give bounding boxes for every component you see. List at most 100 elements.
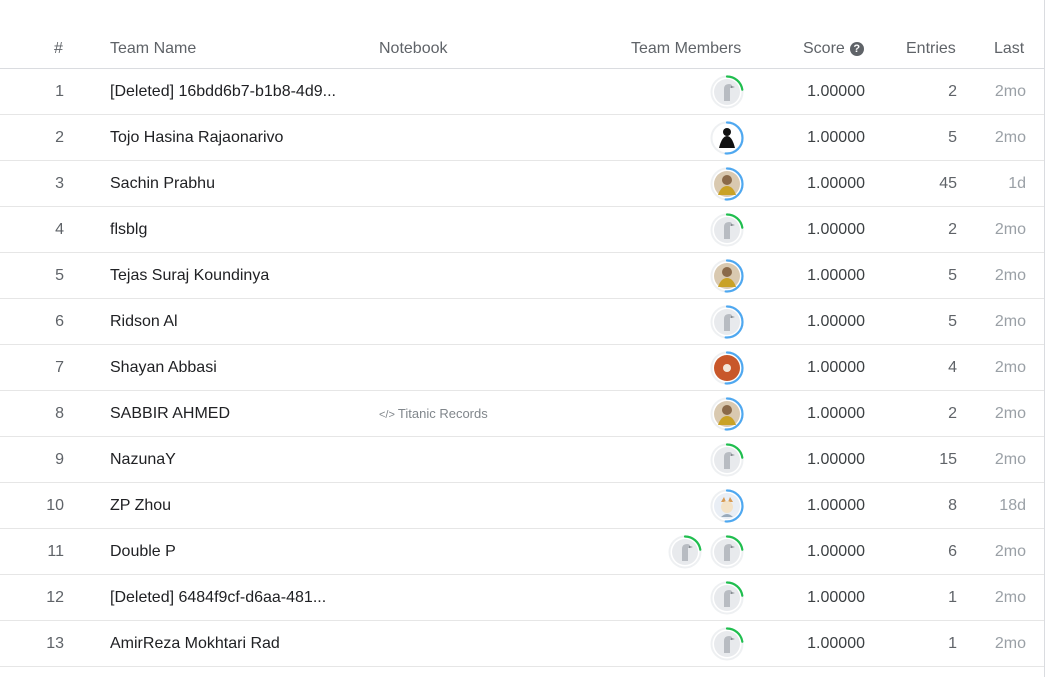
team-name-link[interactable]: [Deleted] 16bdd6b7-b1b8-4d9... bbox=[110, 69, 336, 114]
table-row[interactable]: 13 AmirReza Mokhtari Rad 1.00000 1 2mo bbox=[0, 621, 1044, 667]
score-header-label: Score bbox=[803, 40, 845, 57]
table-row[interactable]: 2 Tojo Hasina Rajaonarivo 1.00000 5 2mo bbox=[0, 115, 1044, 161]
entries-cell: 1 bbox=[948, 589, 957, 606]
table-row[interactable]: 9 NazunaY 1.00000 15 2mo bbox=[0, 437, 1044, 483]
table-row[interactable]: 10 ZP Zhou 1.00000 8 18d bbox=[0, 483, 1044, 529]
help-icon[interactable]: ? bbox=[849, 42, 864, 56]
team-name-link[interactable]: Sachin Prabhu bbox=[110, 161, 215, 206]
photo-avatar-icon[interactable] bbox=[710, 258, 744, 293]
team-name-header[interactable]: Team Name bbox=[110, 40, 196, 58]
rank-cell: 7 bbox=[55, 359, 64, 376]
rank-cell: 13 bbox=[46, 635, 64, 652]
table-row[interactable]: 6 Ridson Al 1.00000 5 2mo bbox=[0, 299, 1044, 345]
team-name-link[interactable]: Double P bbox=[110, 529, 176, 574]
team-members-header: Team Members bbox=[631, 40, 742, 57]
entries-cell: 5 bbox=[948, 267, 957, 284]
entries-cell: 8 bbox=[948, 497, 957, 514]
team-name-link[interactable]: flsblg bbox=[110, 207, 147, 252]
entries-cell: 2 bbox=[948, 405, 957, 422]
goose-avatar-icon[interactable] bbox=[710, 442, 744, 477]
leaderboard: # Team Name Notebook Team Members Score?… bbox=[0, 0, 1044, 677]
team-name-link[interactable]: [Deleted] 6484f9cf-d6aa-481... bbox=[110, 575, 326, 620]
goose-avatar-icon[interactable] bbox=[710, 74, 744, 109]
last-submission-cell: 2mo bbox=[994, 359, 1026, 376]
table-row[interactable]: 1 [Deleted] 16bdd6b7-b1b8-4d9... 1.00000 2 2… bbox=[0, 69, 1044, 115]
team-name-link[interactable]: Ridson Al bbox=[110, 299, 178, 344]
goose-avatar-icon[interactable] bbox=[710, 212, 744, 247]
leaderboard-rows: 1 [Deleted] 16bdd6b7-b1b8-4d9... 1.00000 2 2… bbox=[0, 69, 1044, 667]
score-cell: 1.00000 bbox=[807, 359, 865, 376]
rank-cell: 11 bbox=[47, 543, 64, 560]
entries-cell: 4 bbox=[948, 359, 957, 376]
rank-cell: 6 bbox=[55, 313, 64, 330]
silhouette-avatar-icon[interactable] bbox=[710, 120, 744, 155]
goose-avatar-icon[interactable] bbox=[710, 304, 744, 339]
team-name-link[interactable]: Shayan Abbasi bbox=[110, 345, 217, 390]
entries-cell: 6 bbox=[948, 543, 957, 560]
last-submission-cell: 1d bbox=[1008, 175, 1026, 192]
team-name-link[interactable]: Tejas Suraj Koundinya bbox=[110, 253, 269, 298]
last-submission-cell: 2mo bbox=[994, 313, 1026, 330]
last-submission-cell: 2mo bbox=[994, 543, 1026, 560]
score-cell: 1.00000 bbox=[807, 589, 865, 606]
table-row[interactable]: 12 [Deleted] 6484f9cf-d6aa-481... 1.00000 1… bbox=[0, 575, 1044, 621]
last-submission-cell: 18d bbox=[999, 497, 1026, 514]
rank-cell: 8 bbox=[55, 405, 64, 422]
goose-avatar-icon[interactable] bbox=[710, 580, 744, 615]
rank-cell: 12 bbox=[46, 589, 64, 606]
entries-cell: 45 bbox=[939, 175, 957, 192]
last-submission-cell: 2mo bbox=[994, 635, 1026, 652]
entries-cell: 1 bbox=[948, 635, 957, 652]
table-row[interactable]: 4 flsblg 1.00000 2 2mo bbox=[0, 207, 1044, 253]
team-name-link[interactable]: AmirReza Mokhtari Rad bbox=[110, 621, 280, 666]
table-row[interactable]: 3 Sachin Prabhu 1.00000 45 1d bbox=[0, 161, 1044, 207]
team-members-cell bbox=[710, 621, 744, 666]
team-name-link[interactable]: SABBIR AHMED bbox=[110, 391, 230, 436]
entries-header[interactable]: Entries bbox=[906, 40, 956, 58]
last-header[interactable]: Last bbox=[994, 40, 1024, 58]
orange-avatar-icon[interactable] bbox=[710, 350, 744, 385]
entries-cell: 2 bbox=[948, 83, 957, 100]
team-members-cell bbox=[710, 437, 744, 482]
goose-avatar-icon[interactable] bbox=[668, 534, 702, 569]
score-header[interactable]: Score? bbox=[803, 40, 864, 58]
team-members-cell bbox=[710, 253, 744, 298]
team-members-cell bbox=[710, 207, 744, 252]
team-members-cell bbox=[668, 529, 744, 574]
notebook-label: Titanic Records bbox=[397, 406, 488, 421]
last-submission-cell: 2mo bbox=[994, 83, 1026, 100]
team-members-cell bbox=[710, 115, 744, 160]
rank-header[interactable]: # bbox=[54, 40, 63, 58]
team-name-link[interactable]: ZP Zhou bbox=[110, 483, 171, 528]
last-submission-cell: 2mo bbox=[994, 129, 1026, 146]
goose-avatar-icon[interactable] bbox=[710, 534, 744, 569]
goose-avatar-icon[interactable] bbox=[710, 626, 744, 661]
entries-cell: 2 bbox=[948, 221, 957, 238]
cartoon-avatar-icon[interactable] bbox=[710, 488, 744, 523]
last-submission-cell: 2mo bbox=[994, 451, 1026, 468]
table-row[interactable]: 8 SABBIR AHMED </> Titanic Records 1.00000 2 2… bbox=[0, 391, 1044, 437]
rank-cell: 10 bbox=[46, 497, 64, 514]
last-submission-cell: 2mo bbox=[994, 267, 1026, 284]
last-submission-cell: 2mo bbox=[994, 405, 1026, 422]
score-cell: 1.00000 bbox=[807, 543, 865, 560]
table-row[interactable]: 5 Tejas Suraj Koundinya 1.00000 5 2mo bbox=[0, 253, 1044, 299]
table-row[interactable]: 7 Shayan Abbasi 1.00000 4 2mo bbox=[0, 345, 1044, 391]
team-members-cell bbox=[710, 161, 744, 206]
team-name-link[interactable]: NazunaY bbox=[110, 437, 176, 482]
entries-cell: 15 bbox=[939, 451, 957, 468]
score-cell: 1.00000 bbox=[807, 175, 865, 192]
photo-avatar-icon[interactable] bbox=[710, 396, 744, 431]
panel-border bbox=[1044, 0, 1045, 677]
score-cell: 1.00000 bbox=[807, 221, 865, 238]
notebook-link[interactable]: </> Titanic Records bbox=[379, 391, 488, 436]
team-name-link[interactable]: Tojo Hasina Rajaonarivo bbox=[110, 115, 283, 160]
table-row[interactable]: 11 Double P 1.00000 6 2mo bbox=[0, 529, 1044, 575]
rank-cell: 2 bbox=[55, 129, 64, 146]
score-cell: 1.00000 bbox=[807, 267, 865, 284]
score-cell: 1.00000 bbox=[807, 497, 865, 514]
rank-cell: 9 bbox=[55, 451, 64, 468]
photo-avatar-icon[interactable] bbox=[710, 166, 744, 201]
team-members-cell bbox=[710, 575, 744, 620]
rank-cell: 5 bbox=[55, 267, 64, 284]
